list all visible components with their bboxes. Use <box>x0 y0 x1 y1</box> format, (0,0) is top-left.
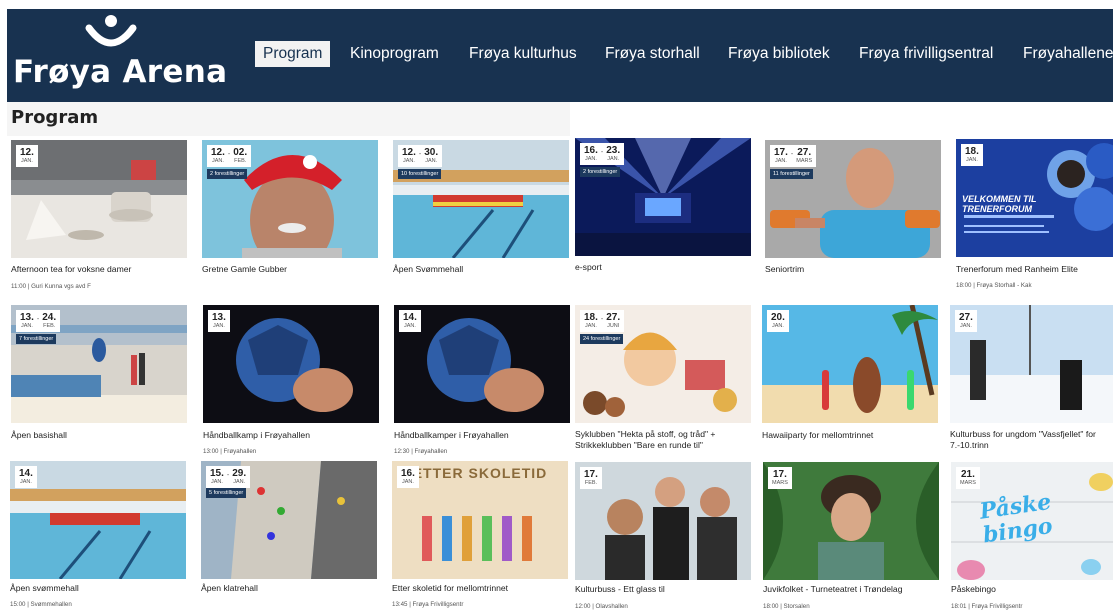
event-date: 20. JAN. <box>767 310 789 332</box>
event-date: 12. JAN. - 30. JAN. <box>398 145 443 167</box>
event-title[interactable]: Åpen basishall <box>11 430 181 441</box>
event-date: 13. JAN. - 24. FEB. <box>16 310 61 332</box>
event-date: 18. JAN. <box>961 144 983 166</box>
nav-froyahallene[interactable]: Frøyahallene <box>1023 41 1113 67</box>
nav-program[interactable]: Program <box>255 41 331 67</box>
event-title[interactable]: e-sport <box>575 262 745 273</box>
event-title[interactable]: Åpen Svømmehall <box>393 264 563 275</box>
event-date: 27. JAN. <box>955 310 977 332</box>
nav-froya-bibliotek[interactable]: Frøya bibliotek <box>728 41 830 67</box>
event-title[interactable]: Etter skoletid for mellomtrinnet <box>392 583 562 594</box>
event-badge: 11 forestillinger <box>770 169 813 179</box>
event-title[interactable]: Påskebingo <box>951 584 1111 595</box>
event-title[interactable]: Håndballkamper i Frøyahallen <box>394 430 564 441</box>
nav-froya-kulturhus[interactable]: Frøya kulturhus <box>469 41 577 67</box>
event-title[interactable]: Trenerforum med Ranheim Elite <box>956 264 1113 275</box>
event-date: 12. JAN. - 02. FEB. <box>207 145 252 167</box>
event-badge: 5 forestillinger <box>206 488 247 498</box>
nav-froya-frivilligsentral[interactable]: Frøya frivilligsentral <box>859 41 993 67</box>
event-badge: 2 forestillinger <box>580 167 621 177</box>
event-date: 21. MARS <box>956 467 980 489</box>
event-title[interactable]: Håndballkamp i Frøyahallen <box>203 430 373 441</box>
event-meta: 12:30 | Frøyahallen <box>394 448 448 455</box>
page-title: Program <box>11 107 99 128</box>
event-date: 14. JAN. <box>399 310 421 332</box>
logo-wordmark: Frøya Arena <box>13 54 228 90</box>
event-poster-text: VELKOMMEN TIL TRENERFORUM <box>962 194 1037 214</box>
event-title[interactable]: Kulturbuss - Ett glass til <box>575 584 745 595</box>
event-title[interactable]: Åpen klatrehall <box>201 583 371 594</box>
event-badge: 10 forestillinger <box>398 169 442 179</box>
event-meta: 18:00 | Frøya Storhall - Kak <box>956 282 1032 289</box>
event-date: 14. JAN. <box>15 466 37 488</box>
event-meta: 15:00 | Svømmehallen <box>10 601 72 608</box>
event-title[interactable]: Hawaiiparty for mellomtrinnet <box>762 430 932 441</box>
event-title[interactable]: Syklubben "Hekta på stoff, og tråd" + St… <box>575 429 747 451</box>
event-date: 15. JAN. - 29. JAN. <box>206 466 251 488</box>
event-title[interactable]: Gretne Gamle Gubber <box>202 264 372 275</box>
event-badge: 7 forestillinger <box>16 334 57 344</box>
event-title[interactable]: Juvikfolket - Turneteatret i Trøndelag <box>763 584 933 595</box>
event-meta: 11:00 | Guri Kunna vgs avd F <box>11 283 91 290</box>
event-date: 16. JAN. - 23. JAN. <box>580 143 625 165</box>
event-date: 18. JAN. - 27. JUNI <box>580 310 625 332</box>
event-date: 17. FEB. <box>580 467 602 489</box>
site-header: Frøya Arena Program Kinoprogram Frøya ku… <box>7 9 1113 102</box>
site-logo[interactable]: Frøya Arena <box>7 9 237 102</box>
event-meta: 13:00 | Frøyahallen <box>203 448 257 455</box>
event-title[interactable]: Seniortrim <box>765 264 935 275</box>
event-badge: 2 forestillinger <box>207 169 248 179</box>
event-badge: 24 forestillinger <box>580 334 624 344</box>
event-title[interactable]: Åpen svømmehall <box>10 583 180 594</box>
event-date: 12. JAN. <box>16 145 38 167</box>
event-title[interactable]: Kulturbuss for ungdom "Vassfjellet" for … <box>950 429 1110 451</box>
nav-kinoprogram[interactable]: Kinoprogram <box>350 41 439 67</box>
event-date: 16. JAN. <box>397 466 419 488</box>
logo-smile-icon <box>85 15 137 47</box>
event-date: 17. MARS <box>768 467 792 489</box>
event-date: 13. JAN. <box>208 310 230 332</box>
event-date: 17. JAN. - 27. MARS <box>770 145 817 167</box>
nav-froya-storhall[interactable]: Frøya storhall <box>605 41 700 67</box>
event-title[interactable]: Afternoon tea for voksne damer <box>11 264 181 275</box>
event-meta: 13:45 | Frøya Frivilligsentr <box>392 601 464 608</box>
